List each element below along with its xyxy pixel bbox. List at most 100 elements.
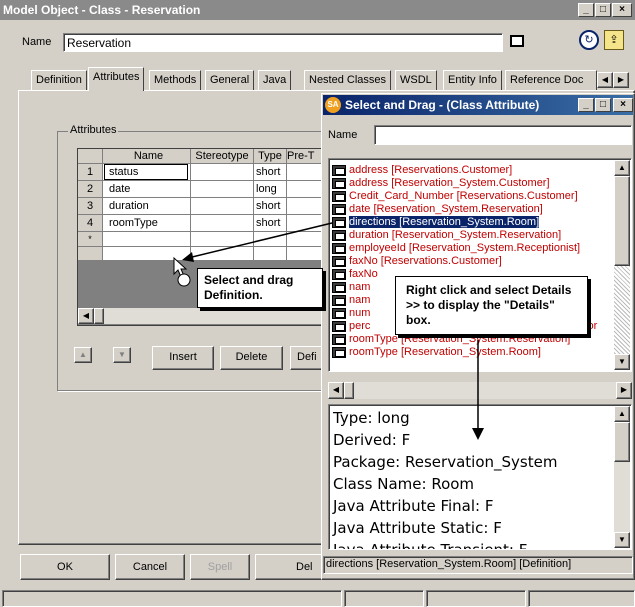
attributes-group-label: Attributes [68, 124, 119, 136]
scroll-left-icon[interactable]: ◀ [78, 308, 94, 324]
status-panel [2, 590, 342, 607]
table-cell-name[interactable]: status [109, 164, 187, 180]
grid-divider [190, 149, 191, 260]
export-icon[interactable]: ⇪ [604, 30, 624, 50]
list-horizontal-scrollbar[interactable] [328, 382, 632, 399]
table-cell-type[interactable]: short [256, 198, 286, 214]
col-header-name[interactable]: Name [107, 148, 190, 164]
grid-divider [286, 149, 287, 260]
new-row-marker: * [88, 234, 92, 244]
popup-close-icon[interactable]: × [613, 98, 633, 112]
row-number: 3 [86, 200, 94, 212]
list-item[interactable]: roomType [Reservation_System.Room] [329, 346, 541, 359]
main-window-title: Model Object - Class - Reservation [3, 3, 201, 17]
grid-divider [253, 149, 254, 260]
ok-button[interactable]: OK [20, 554, 110, 580]
tab-nested-classes[interactable]: Nested Classes [304, 70, 392, 90]
tab-java[interactable]: Java [258, 70, 292, 90]
list-item[interactable]: address [Reservation_System.Customer] [329, 177, 550, 190]
tab-methods[interactable]: Methods [149, 70, 202, 90]
detail-line: Java Attribute Static: F [333, 519, 502, 537]
list-item[interactable]: faxNo [329, 268, 378, 281]
name-field[interactable]: Reservation [63, 33, 503, 52]
tab-reference-doc[interactable]: Reference Doc [505, 70, 597, 90]
detail-line: Derived: F [333, 431, 411, 449]
popup-name-input[interactable] [374, 125, 632, 145]
tab-wsdl[interactable]: WSDL [395, 70, 437, 90]
popup-maximize-icon[interactable]: □ [595, 98, 611, 112]
scroll-thumb[interactable] [614, 176, 630, 266]
popup-status-bar: directions [Reservation_System.Room] [De… [323, 556, 633, 574]
name-label: Name [22, 36, 52, 48]
list-item[interactable]: faxNo [Reservations.Customer] [329, 255, 502, 268]
detail-line: Type: long [333, 409, 410, 427]
list-item[interactable]: Credit_Card_Number [Reservations.Custome… [329, 190, 578, 203]
table-cell-name[interactable]: duration [109, 198, 187, 214]
grid-horizontal-scrollbar[interactable] [78, 308, 336, 324]
list-item[interactable]: duration [Reservation_System.Reservation… [329, 229, 561, 242]
app-logo-icon: SA [325, 97, 341, 113]
tab-scroll-left-icon[interactable]: ◀ [597, 72, 613, 88]
list-item[interactable]: num [329, 307, 370, 320]
right-click-callout: Right click and select Details >> to dis… [395, 276, 588, 335]
detail-line: Class Name: Room [333, 475, 475, 493]
col-header-stereotype[interactable]: Stereotype [191, 148, 253, 164]
details-box: Type: long Derived: F Package: Reservati… [328, 404, 632, 550]
list-item[interactable]: date [Reservation_System.Reservation] [329, 203, 543, 216]
close-icon[interactable]: × [612, 3, 632, 17]
scroll-left-icon[interactable]: ◀ [328, 382, 344, 399]
grid-divider [78, 246, 336, 247]
cancel-button[interactable]: Cancel [115, 554, 185, 580]
status-panel [426, 590, 526, 607]
scroll-right-icon[interactable]: ▶ [616, 382, 632, 399]
maximize-icon[interactable]: □ [595, 3, 611, 17]
popup-title: Select and Drag - (Class Attribute) [345, 98, 540, 112]
scroll-thumb[interactable] [614, 422, 630, 462]
popup-minimize-icon[interactable]: _ [578, 98, 594, 112]
row-number: 2 [86, 183, 94, 195]
attribute-list[interactable]: address [Reservations.Customer] address … [328, 158, 632, 372]
grid-divider [78, 231, 336, 232]
tab-entity-info[interactable]: Entity Info [443, 70, 502, 90]
move-down-icon[interactable]: ▼ [113, 347, 131, 363]
list-item-selected[interactable]: directions [Reservation_System.Room] [329, 215, 541, 229]
table-cell-type[interactable]: short [256, 164, 286, 180]
minimize-icon[interactable]: _ [578, 3, 594, 17]
insert-button[interactable]: Insert [152, 346, 214, 370]
scroll-up-icon[interactable]: ▲ [614, 160, 630, 176]
drag-callout: Select and drag Definition. [197, 268, 323, 308]
tab-scroll-right-icon[interactable]: ▶ [613, 72, 629, 88]
move-up-icon[interactable]: ▲ [74, 347, 92, 363]
spell-button[interactable]: Spell [190, 554, 250, 580]
status-panel [344, 590, 424, 607]
refresh-icon[interactable]: ↻ [579, 30, 599, 50]
scroll-down-icon[interactable]: ▼ [614, 354, 630, 370]
window-restore-icon[interactable] [510, 35, 524, 47]
main-title-bar: Model Object - Class - Reservation [0, 0, 635, 20]
col-header-type[interactable]: Type [254, 148, 286, 164]
table-cell-name[interactable]: roomType [109, 215, 187, 231]
table-cell-type[interactable]: long [256, 181, 286, 197]
tab-definition[interactable]: Definition [31, 70, 87, 90]
list-item[interactable]: address [Reservations.Customer] [329, 164, 512, 177]
list-item[interactable]: employeeId [Reservation_System.Reception… [329, 242, 580, 255]
status-panel [528, 590, 635, 607]
scroll-up-icon[interactable]: ▲ [614, 406, 630, 422]
table-cell-type[interactable]: short [256, 215, 286, 231]
list-item[interactable]: perc [329, 320, 370, 333]
detail-line: Package: Reservation_System [333, 453, 558, 471]
grid-divider [102, 149, 103, 260]
scroll-down-icon[interactable]: ▼ [614, 532, 630, 548]
detail-line: Java Attribute Final: F [333, 497, 494, 515]
row-number: 1 [86, 166, 94, 178]
row-number: 4 [86, 217, 94, 229]
table-cell-name[interactable]: date [109, 181, 187, 197]
tab-attributes[interactable]: Attributes [88, 67, 145, 91]
scroll-thumb[interactable] [94, 308, 104, 324]
scroll-thumb[interactable] [344, 382, 354, 399]
delete-object-button[interactable]: Del [255, 554, 323, 580]
list-item[interactable]: nam [329, 281, 370, 294]
tab-general[interactable]: General [205, 70, 255, 90]
delete-button[interactable]: Delete [220, 346, 283, 370]
list-item[interactable]: nam [329, 294, 370, 307]
